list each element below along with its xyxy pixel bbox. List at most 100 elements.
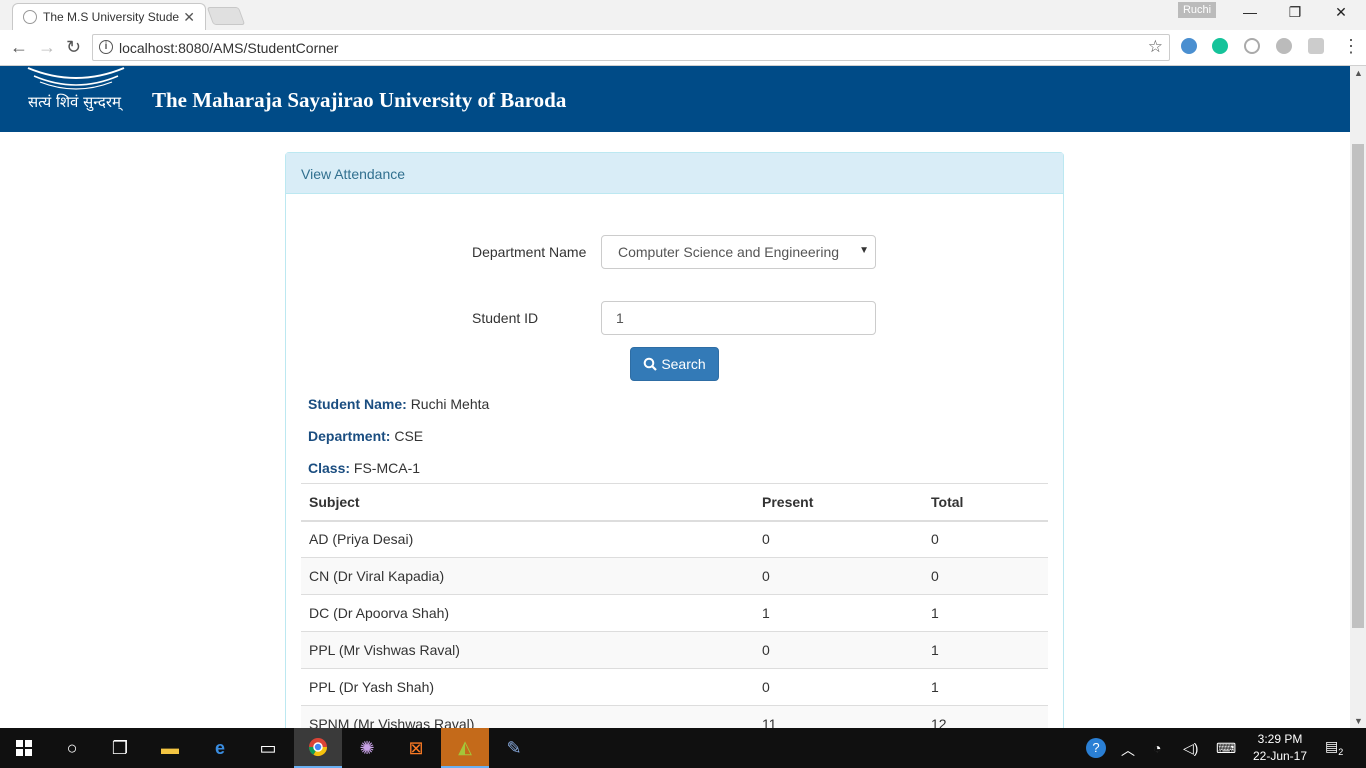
cell-total: 1 [923,631,1048,669]
university-motto: सत्यं शिवं सुन्दरम् [28,93,121,111]
favicon-icon [23,10,37,24]
cell-total: 0 [923,520,1048,558]
search-button[interactable]: Search [630,347,719,381]
class-line: Class: FS-MCA-1 [308,460,420,476]
task-view-icon[interactable]: ❐ [96,728,144,768]
student-department-label: Department: [308,428,391,444]
attendance-table: Subject Present Total AD (Priya Desai) 0… [301,483,1048,728]
department-label: Department Name [472,244,587,260]
student-class-value: FS-MCA-1 [353,460,421,476]
cell-subject: SPNM (Mr Vishwas Raval) [301,705,754,728]
close-window-icon[interactable]: ✕ [1318,4,1364,21]
page-scrollbar[interactable]: ▲ ▼ [1350,66,1366,728]
android-studio-icon[interactable]: ◭ [441,728,489,768]
scroll-down-icon[interactable]: ▼ [1354,716,1363,726]
cell-subject: PPL (Mr Vishwas Raval) [301,631,754,669]
cell-present: 0 [754,668,923,706]
header-total: Total [923,483,1048,522]
new-tab-button[interactable] [206,7,246,25]
cell-present: 11 [754,705,923,728]
cell-total: 1 [923,594,1048,632]
cell-total: 12 [923,705,1048,728]
address-bar[interactable]: i localhost:8080/AMS/StudentCorner ☆ [92,34,1170,61]
cell-subject: AD (Priya Desai) [301,520,754,558]
tab-title: The M.S University Stude [43,10,180,24]
profile-button[interactable]: Ruchi [1178,2,1216,18]
edge-browser-icon[interactable]: e [196,728,244,768]
page-viewport: सत्यं शिवं सुन्दरम् The Maharaja Sayajir… [0,66,1350,728]
university-name: The Maharaja Sayajirao University of Bar… [152,88,567,112]
table-row: DC (Dr Apoorva Shah) 1 1 [301,594,1048,632]
cell-total: 0 [923,557,1048,595]
paint-icon[interactable]: ✎ [490,728,538,768]
table-header-row: Subject Present Total [301,483,1048,522]
scroll-up-icon[interactable]: ▲ [1354,68,1363,78]
bookmark-star-icon[interactable]: ☆ [1148,37,1163,57]
browser-titlebar: The M.S University Stude ✕ Ruchi — ❐ ✕ [0,0,1366,30]
student-id-input[interactable]: 1 [601,301,876,335]
cell-present: 0 [754,557,923,595]
minimize-icon[interactable]: — [1227,4,1273,20]
grammarly-icon[interactable] [1212,38,1228,54]
info-icon[interactable]: i [99,40,113,54]
header-subject: Subject [301,483,754,522]
wifi-icon[interactable]: ◔ [1153,740,1161,756]
notification-count: 2 [1338,746,1344,757]
student-class-label: Class: [308,460,351,476]
xampp-icon[interactable]: ⊠ [392,728,440,768]
extension-shield-icon[interactable] [1308,38,1324,54]
search-icon [644,357,658,371]
extension-drive-icon[interactable] [1276,38,1292,54]
scroll-thumb[interactable] [1352,144,1364,628]
student-department-value: CSE [394,428,424,444]
browser-toolbar: ← → ↻ i localhost:8080/AMS/StudentCorner… [0,30,1366,66]
windows-taskbar: ○ ❐ ▬ e ▭ ✺ ⊠ ◭ ✎ ? ︿ ◔ ◁) ⌨ 3:29 PM 22-… [0,728,1366,768]
extension-at-icon[interactable] [1244,38,1260,54]
forward-icon[interactable]: → [38,37,56,58]
tab-close-icon[interactable]: ✕ [183,9,195,26]
cortana-search-icon[interactable]: ○ [48,728,96,768]
menu-icon[interactable]: ⋮ [1342,36,1360,57]
extension-eyedropper-icon[interactable] [1181,38,1197,54]
clock-time: 3:29 PM [1257,732,1303,746]
student-name-value: Ruchi Mehta [410,396,490,412]
browser-tab[interactable]: The M.S University Stude ✕ [12,3,206,30]
attendance-panel: View Attendance Department Name Computer… [285,152,1064,728]
student-name-line: Student Name: Ruchi Mehta [308,396,489,412]
notifications-icon[interactable]: ▤2 [1325,738,1343,757]
header-present: Present [754,483,923,522]
search-button-label: Search [661,356,706,372]
table-row: AD (Priya Desai) 0 0 [301,520,1048,558]
system-clock[interactable]: 3:29 PM 22-Jun-17 [1248,731,1312,765]
cell-present: 1 [754,594,923,632]
restore-icon[interactable]: ❐ [1272,4,1318,21]
clock-date: 22-Jun-17 [1252,749,1308,763]
chevron-down-icon: ▼ [859,245,869,256]
file-explorer-icon[interactable]: ▬ [146,728,194,768]
table-row: SPNM (Mr Vishwas Raval) 11 12 [301,705,1048,728]
student-id-label: Student ID [472,310,539,326]
site-header: सत्यं शिवं सुन्दरम् The Maharaja Sayajir… [0,66,1350,132]
cell-present: 0 [754,631,923,669]
panel-heading: View Attendance [286,153,1063,194]
chrome-icon[interactable] [294,728,342,768]
command-prompt-icon[interactable]: ▭ [244,728,292,768]
department-line: Department: CSE [308,428,423,444]
cell-subject: DC (Dr Apoorva Shah) [301,594,754,632]
windows-start-icon[interactable] [0,728,48,768]
keyboard-icon[interactable]: ⌨ [1216,740,1236,757]
table-row: CN (Dr Viral Kapadia) 0 0 [301,557,1048,595]
cell-subject: PPL (Dr Yash Shah) [301,668,754,706]
app-launcher-icon[interactable]: ✺ [343,728,391,768]
department-selected-value: Computer Science and Engineering [618,244,840,260]
cell-present: 0 [754,520,923,558]
back-icon[interactable]: ← [10,37,28,58]
department-select[interactable]: Computer Science and Engineering ▼ [601,235,876,269]
cell-total: 1 [923,668,1048,706]
table-row: PPL (Dr Yash Shah) 0 1 [301,668,1048,706]
volume-icon[interactable]: ◁) [1183,740,1198,757]
chevron-up-icon[interactable]: ︿ [1121,740,1135,760]
help-icon[interactable]: ? [1086,738,1106,758]
cell-subject: CN (Dr Viral Kapadia) [301,557,754,595]
reload-icon[interactable]: ↻ [66,37,81,58]
